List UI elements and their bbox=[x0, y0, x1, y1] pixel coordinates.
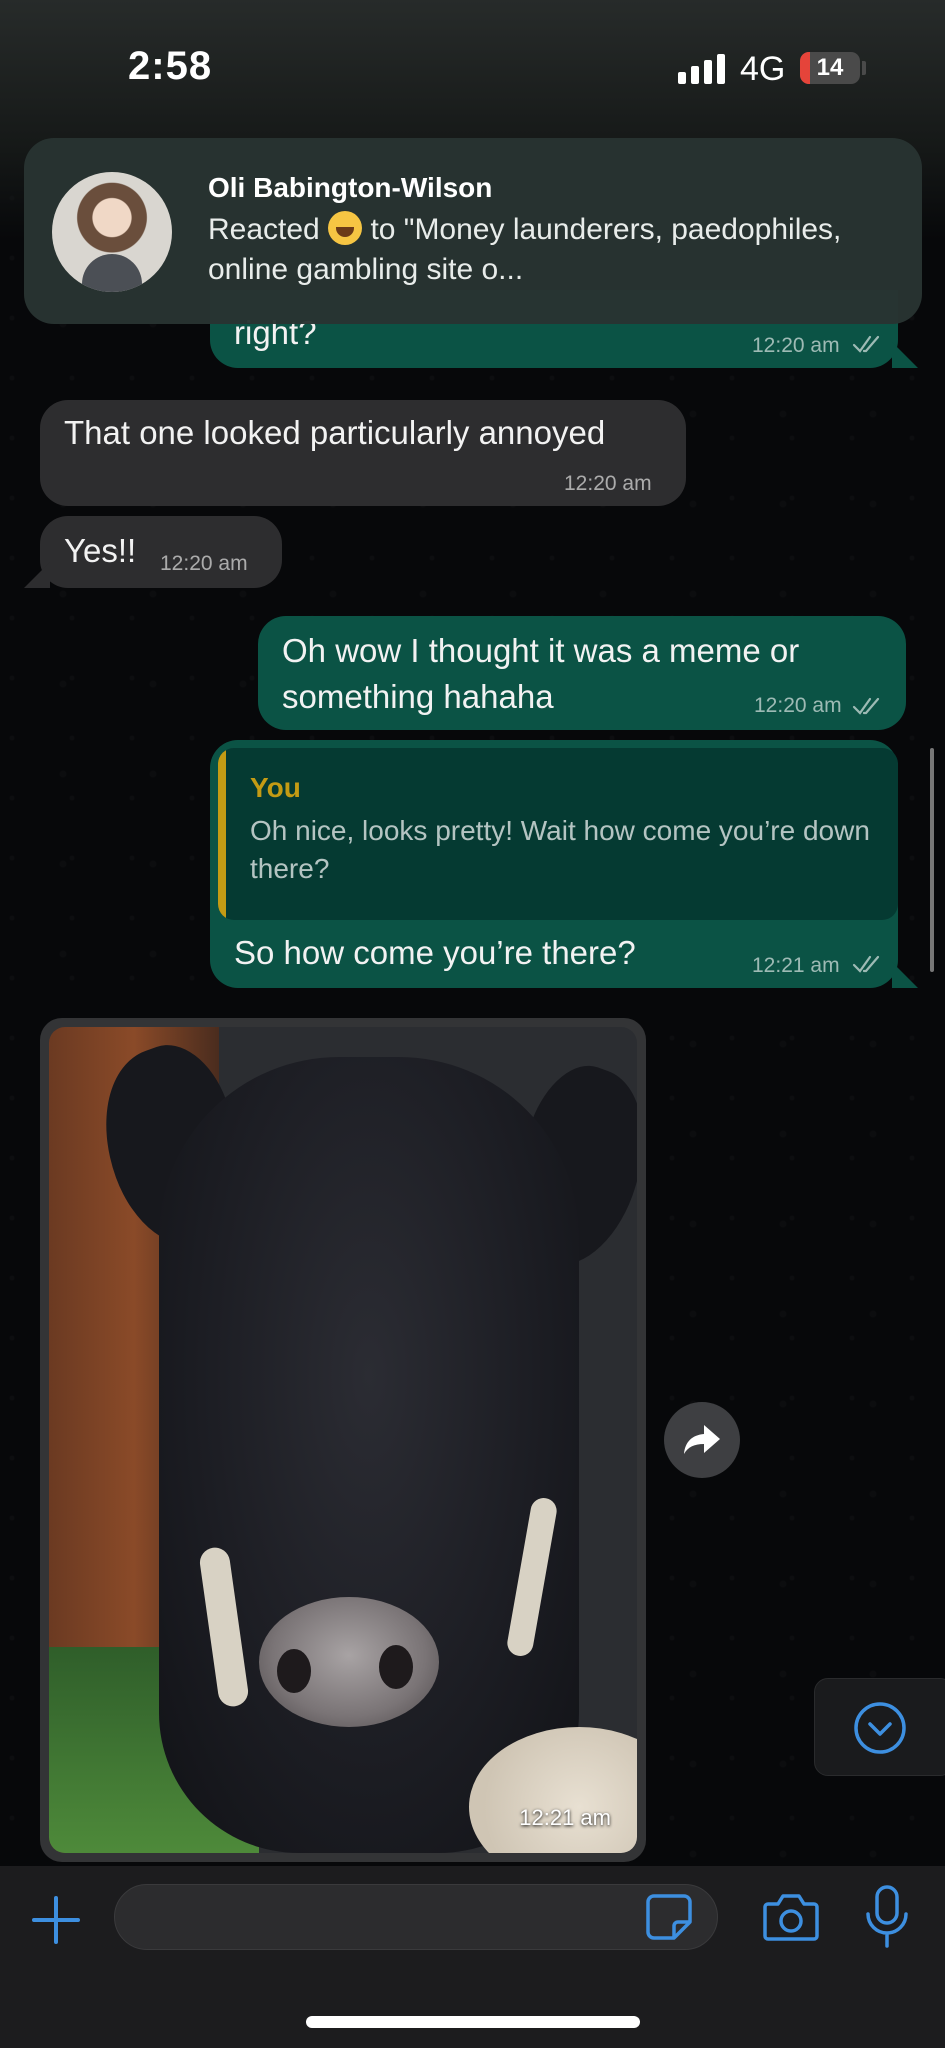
camera-icon[interactable] bbox=[762, 1890, 820, 1944]
image-time: 12:21 am bbox=[519, 1805, 611, 1830]
forward-button[interactable] bbox=[664, 1402, 740, 1478]
message-bubble-incoming[interactable]: That one looked particularly annoyed 12:… bbox=[40, 400, 686, 506]
message-time: 12:20 am bbox=[754, 694, 842, 717]
notification-sender: Oli Babington-Wilson bbox=[208, 172, 493, 203]
read-receipt-icon bbox=[852, 335, 880, 353]
quote-bar bbox=[218, 748, 226, 920]
quoted-text: Oh nice, looks pretty! Wait how come you… bbox=[250, 815, 870, 884]
message-time: 12:20 am bbox=[752, 334, 840, 357]
read-receipt-icon bbox=[852, 955, 880, 973]
network-type: 4G bbox=[740, 50, 786, 88]
quoted-author: You bbox=[250, 772, 301, 803]
status-time: 2:58 bbox=[128, 44, 213, 88]
message-input[interactable] bbox=[114, 1884, 718, 1950]
home-indicator[interactable] bbox=[306, 2016, 640, 2028]
chevron-down-icon bbox=[854, 1702, 906, 1754]
message-time: 12:21 am bbox=[752, 954, 840, 977]
scrollbar[interactable] bbox=[930, 748, 934, 972]
forward-icon bbox=[684, 1425, 720, 1454]
sticker-icon[interactable] bbox=[644, 1892, 694, 1942]
signal-icon bbox=[678, 54, 725, 84]
notification-prefix: Reacted bbox=[208, 213, 320, 246]
message-text: That one looked particularly annoyed bbox=[64, 414, 606, 451]
message-text: So how come you’re there? bbox=[234, 934, 636, 971]
message-time: 12:20 am bbox=[564, 472, 652, 495]
plus-icon[interactable] bbox=[30, 1894, 82, 1946]
avatar bbox=[52, 172, 172, 292]
scroll-to-bottom-button[interactable] bbox=[814, 1678, 945, 1776]
microphone-icon[interactable] bbox=[862, 1884, 912, 1950]
message-text: Yes!! bbox=[64, 532, 137, 569]
message-time: 12:20 am bbox=[160, 552, 248, 575]
image-message[interactable]: 12:21 am bbox=[40, 1018, 646, 1862]
laughing-emoji-icon bbox=[328, 211, 363, 245]
battery-level: 14 bbox=[816, 54, 844, 81]
message-bubble-incoming[interactable]: Yes!! 12:20 am bbox=[40, 516, 282, 588]
read-receipt-icon bbox=[852, 697, 880, 715]
message-bubble-outgoing[interactable]: Oh wow I thought it was a meme or someth… bbox=[258, 616, 906, 730]
notification-banner[interactable]: Oli Babington-Wilson Reacted to "Money l… bbox=[24, 138, 922, 324]
battery-icon: 14 bbox=[800, 52, 860, 84]
notification-body: Reacted to "Money launderers, paedophile… bbox=[208, 210, 888, 290]
quoted-message[interactable]: You Oh nice, looks pretty! Wait how come… bbox=[218, 748, 898, 920]
cow-photo[interactable]: 12:21 am bbox=[49, 1027, 637, 1853]
